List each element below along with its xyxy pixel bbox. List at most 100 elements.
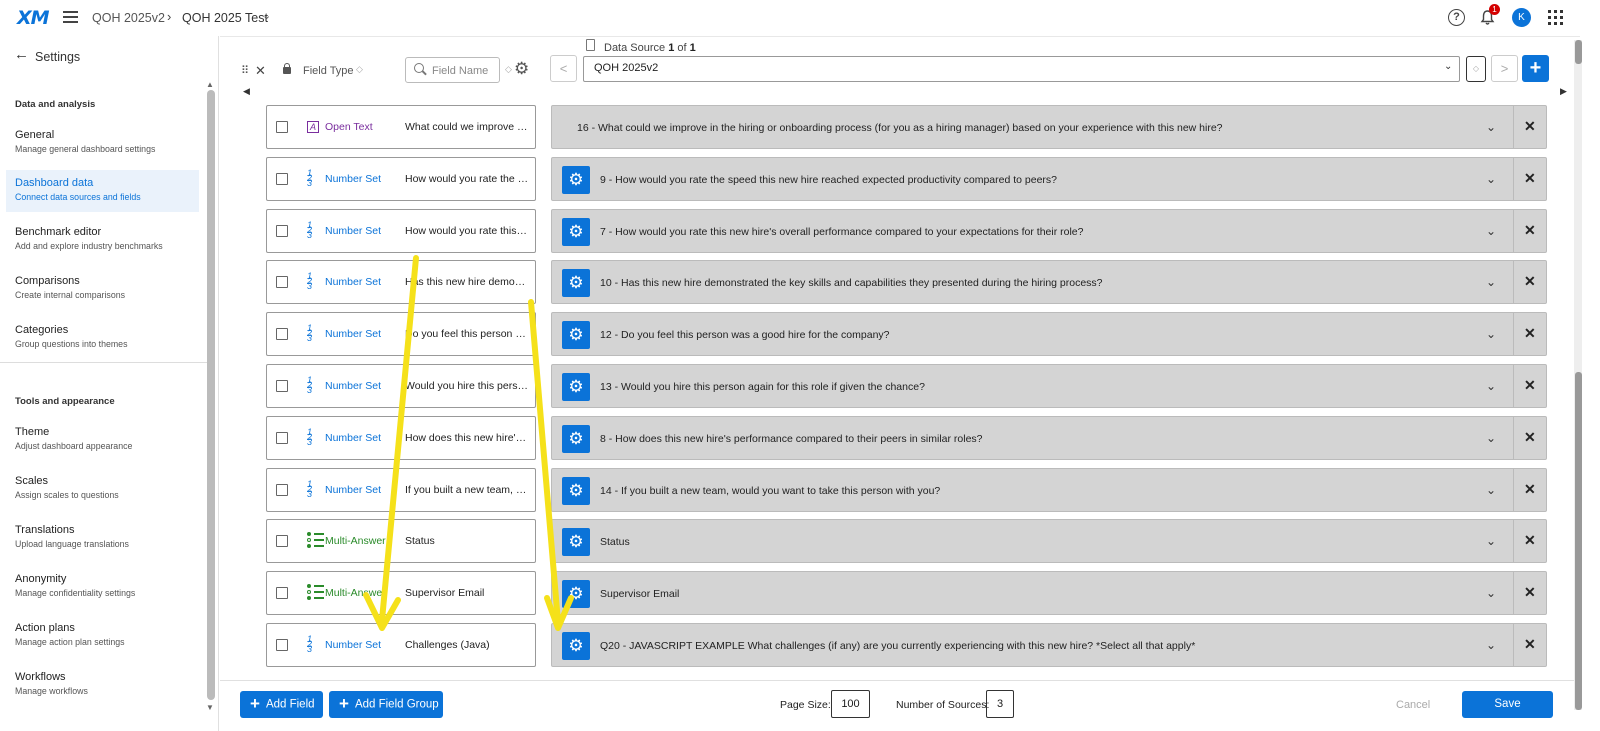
cancel-button[interactable]: Cancel — [1396, 699, 1430, 711]
sidebar-item-workflows[interactable]: Workflows Manage workflows — [6, 664, 199, 706]
field-mapping-row[interactable]: ⚙ Status ⌄ ✕ — [551, 519, 1547, 563]
sort-icon[interactable]: ◇ — [505, 64, 512, 75]
sidebar-item-theme[interactable]: Theme Adjust dashboard appearance — [6, 419, 199, 461]
gear-icon[interactable]: ⚙ — [562, 321, 590, 349]
sidebar-item-action-plans[interactable]: Action plans Manage action plan settings — [6, 615, 199, 657]
row-checkbox[interactable] — [276, 276, 288, 288]
prev-source-button[interactable]: < — [550, 55, 577, 82]
sidebar-item-benchmark-editor[interactable]: Benchmark editor Add and explore industry… — [6, 219, 199, 261]
sidebar-item-translations[interactable]: Translations Upload language translations — [6, 517, 199, 559]
field-row-left[interactable]: 1 2 3 Number Set Would you hire this person … — [266, 364, 536, 408]
field-name-label[interactable]: If you built a new team, would — [405, 484, 529, 496]
field-mapping-row[interactable]: 16 - What could we improve in the hiring… — [551, 105, 1547, 149]
close-icon[interactable]: ✕ — [1524, 584, 1536, 601]
close-icon[interactable]: ✕ — [1524, 377, 1536, 394]
breadcrumb-project[interactable]: QOH 2025v2 — [92, 11, 165, 25]
add-field-group-button[interactable]: + Add Field Group — [329, 691, 443, 718]
gear-icon[interactable]: ⚙ — [562, 425, 590, 453]
field-name-label[interactable]: How would you rate the speed — [405, 173, 529, 185]
back-arrow-icon[interactable]: ← — [14, 46, 29, 63]
field-name-label[interactable]: Would you hire this person again — [405, 380, 529, 392]
row-checkbox[interactable] — [276, 328, 288, 340]
field-row-left[interactable]: 1 2 3 Number Set If you built a new team, wo… — [266, 468, 536, 512]
field-name-label[interactable]: Status — [405, 535, 529, 547]
field-name-label[interactable]: Do you feel this person was — [405, 328, 529, 340]
field-row-left[interactable]: Multi-Answer Status — [266, 519, 536, 563]
field-mapping-row[interactable]: ⚙ 8 - How does this new hire's performanc… — [551, 416, 1547, 460]
close-icon[interactable]: ✕ — [1524, 481, 1536, 498]
close-icon[interactable]: ✕ — [1524, 325, 1536, 342]
chevron-down-icon[interactable]: ⌄ — [1486, 379, 1496, 393]
gear-icon[interactable]: ⚙ — [562, 477, 590, 505]
field-row-left[interactable]: 123 Number Set How would you rate the spee… — [266, 157, 536, 201]
help-icon[interactable]: ? — [1448, 9, 1465, 26]
gear-icon[interactable]: ⚙ — [562, 580, 590, 608]
sidebar-item-anonymity[interactable]: Anonymity Manage confidentiality settings — [6, 566, 199, 608]
gear-icon[interactable]: ⚙ — [562, 373, 590, 401]
field-name-label[interactable]: Has this new hire demonstrated — [405, 276, 529, 288]
chevron-down-icon[interactable]: ⌄ — [1486, 172, 1496, 186]
settings-back-link[interactable]: Settings — [35, 50, 80, 64]
close-icon[interactable]: ✕ — [1524, 118, 1536, 135]
field-name-label[interactable]: How does this new hire's performance — [405, 432, 529, 444]
close-icon[interactable]: ✕ — [1524, 170, 1536, 187]
field-mapping-row[interactable]: ⚙ 10 - Has this new hire demonstrated the… — [551, 260, 1547, 304]
app-grid-icon[interactable] — [1548, 10, 1563, 25]
field-name-input[interactable]: Field Name — [432, 65, 488, 77]
save-button[interactable]: Save — [1462, 691, 1553, 718]
field-name-label[interactable]: How would you rate this new hire — [405, 225, 529, 237]
gear-icon[interactable]: ⚙ — [562, 632, 590, 660]
field-row-left[interactable]: A Open Text What could we improve in the h… — [266, 105, 536, 149]
field-row-left[interactable]: Multi-Answer Supervisor Email — [266, 571, 536, 615]
gear-icon[interactable]: ⚙ — [562, 269, 590, 297]
field-mapping-row[interactable]: ⚙ 7 - How would you rate this new hire's … — [551, 209, 1547, 253]
sidebar-scrollbar[interactable] — [207, 90, 215, 700]
sidebar-item-general[interactable]: General Manage general dashboard settings — [6, 122, 199, 164]
sidebar-item-dashboard-data[interactable]: Dashboard data Connect data sources and f… — [6, 170, 199, 212]
drag-handle-icon[interactable]: ⠿ — [241, 64, 249, 77]
scroll-down-icon[interactable]: ▼ — [206, 703, 214, 712]
close-icon[interactable]: ✕ — [255, 63, 266, 79]
gear-icon[interactable]: ⚙ — [562, 218, 590, 246]
field-type-header[interactable]: Field Type — [303, 65, 354, 77]
close-icon[interactable]: ✕ — [1524, 429, 1536, 446]
field-mapping-row[interactable]: ⚙ 13 - Would you hire this person again f… — [551, 364, 1547, 408]
add-source-button[interactable]: + — [1522, 55, 1549, 82]
field-name-label[interactable]: Supervisor Email — [405, 587, 529, 599]
data-source-select[interactable]: QOH 2025v2 — [583, 56, 1460, 82]
row-checkbox[interactable] — [276, 535, 288, 547]
row-checkbox[interactable] — [276, 380, 288, 392]
chevron-down-icon[interactable]: ⌄ — [1486, 275, 1496, 289]
chevron-down-icon[interactable]: ⌄ — [1486, 327, 1496, 341]
sidebar-item-comparisons[interactable]: Comparisons Create internal comparisons — [6, 268, 199, 310]
field-row-left[interactable]: 1 2 3 Number Set Do you feel this person was — [266, 312, 536, 356]
field-row-left[interactable]: 123 Number Set How would you rate this new… — [266, 209, 536, 253]
row-checkbox[interactable] — [276, 121, 288, 133]
lock-icon[interactable] — [283, 63, 291, 74]
chevron-down-icon[interactable]: ⌄ — [1486, 586, 1496, 600]
field-name-label[interactable]: Challenges (Java) — [405, 639, 529, 651]
field-mapping-row[interactable]: ⚙ 12 - Do you feel this person was a good… — [551, 312, 1547, 356]
close-icon[interactable]: ✕ — [1524, 636, 1536, 653]
row-checkbox[interactable] — [276, 432, 288, 444]
field-name-label[interactable]: What could we improve in the hiring or o… — [405, 121, 529, 133]
breadcrumb-dashboard[interactable]: QOH 2025 Test — [182, 11, 268, 25]
chevron-down-icon[interactable]: ⌄ — [1486, 120, 1496, 134]
chevron-down-icon[interactable]: ⌄ — [1444, 61, 1452, 72]
scroll-right-icon[interactable]: ▶ — [1560, 86, 1567, 97]
scroll-left-icon[interactable]: ◀ — [243, 86, 250, 97]
close-icon[interactable]: ✕ — [1524, 273, 1536, 290]
sidebar-item-scales[interactable]: Scales Assign scales to questions — [6, 468, 199, 510]
chevron-down-icon[interactable]: ⌄ — [1486, 431, 1496, 445]
avatar[interactable]: K — [1512, 8, 1531, 27]
add-field-button[interactable]: + Add Field — [240, 691, 323, 718]
scroll-up-icon[interactable]: ▲ — [206, 80, 214, 89]
sort-icon[interactable]: ◇ — [356, 64, 363, 75]
row-checkbox[interactable] — [276, 225, 288, 237]
field-row-left[interactable]: 123 Number Set How does this new hire's pe… — [266, 416, 536, 460]
gear-icon[interactable]: ⚙ — [562, 528, 590, 556]
xm-logo[interactable]: XM — [17, 7, 50, 29]
close-icon[interactable]: ✕ — [1524, 532, 1536, 549]
sort-icon[interactable]: ◇ — [1466, 56, 1486, 82]
gear-icon[interactable]: ⚙ — [514, 59, 529, 79]
